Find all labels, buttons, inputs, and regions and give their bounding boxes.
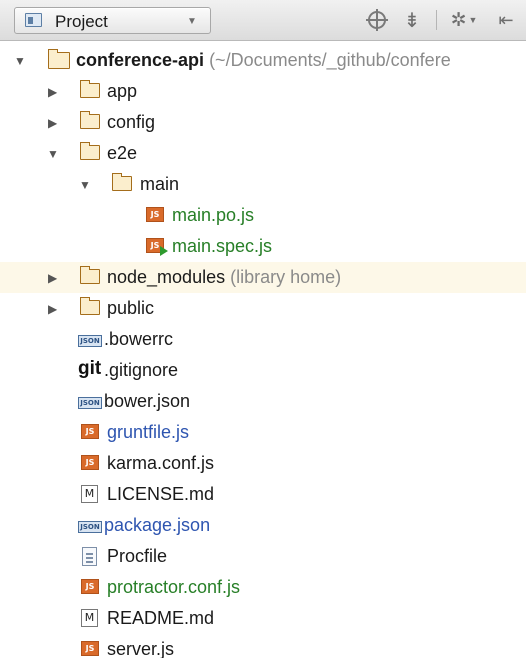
collapsed-arrow-icon[interactable]: ▶	[48, 85, 57, 99]
tree-item-label: protractor.conf.js	[107, 577, 241, 597]
tree-row-gitignore[interactable]: git .gitignore	[0, 355, 526, 386]
tree-item-label: public	[107, 298, 155, 318]
tree-row-server-js[interactable]: JS server.js	[0, 634, 526, 658]
js-test-file-icon: JS	[146, 238, 168, 256]
folder-icon	[79, 297, 100, 315]
tree-item-label: LICENSE.md	[107, 484, 215, 504]
hide-panel-icon[interactable]: ⇤	[491, 8, 521, 32]
js-file-icon: JS	[81, 579, 99, 594]
tree-item-label: gruntfile.js	[107, 422, 190, 442]
tree-row-main-po-js[interactable]: JS main.po.js	[0, 200, 526, 231]
tree-item-label: main.spec.js	[172, 236, 273, 256]
tree-row-public[interactable]: ▶ public	[0, 293, 526, 324]
expand-arrow-icon[interactable]: ▼	[47, 147, 59, 161]
tree-item-label: README.md	[107, 608, 215, 628]
project-view-label: Project	[55, 12, 108, 31]
markdown-file-icon: M	[81, 485, 98, 503]
tree-row-protractor-conf-js[interactable]: JS protractor.conf.js	[0, 572, 526, 603]
tree-row-karma-conf-js[interactable]: JS karma.conf.js	[0, 448, 526, 479]
tree-row-main-spec-js[interactable]: JS main.spec.js	[0, 231, 526, 262]
collapse-all-icon[interactable]: ⇟	[401, 8, 423, 32]
chevron-down-icon: ▼	[187, 16, 197, 27]
tree-item-label: karma.conf.js	[107, 453, 215, 473]
tree-item-label: main	[140, 174, 180, 194]
tree-row-main[interactable]: ▼ main	[0, 169, 526, 200]
tree-item-label: Procfile	[107, 546, 168, 566]
tree-row-procfile[interactable]: Procfile	[0, 541, 526, 572]
tree-row-package-json[interactable]: JSON package.json	[0, 510, 526, 541]
tree-item-label: package.json	[104, 515, 211, 535]
tree-item-label: bower.json	[104, 391, 191, 411]
tree-row-node-modules[interactable]: ▶ node_modules (library home)	[0, 262, 526, 293]
tree-item-label: .bowerrc	[104, 329, 174, 349]
tree-item-label: app	[107, 81, 138, 101]
text-file-icon	[82, 547, 97, 566]
folder-icon	[79, 111, 100, 129]
js-file-icon: JS	[81, 424, 99, 439]
tree-item-label: server.js	[107, 639, 175, 658]
project-view-dropdown[interactable]: Project ▼	[14, 7, 211, 34]
folder-icon	[79, 80, 100, 98]
tree-item-label: config	[107, 112, 156, 132]
project-tree: ▼ conference-api (~/Documents/_github/co…	[0, 41, 526, 658]
project-toolbar: Project ▼ ⇟ ✲ ▼ ⇤	[0, 0, 526, 41]
folder-icon	[79, 142, 100, 160]
tree-item-label: node_modules	[107, 267, 226, 287]
folder-icon	[111, 173, 132, 191]
project-icon	[25, 13, 42, 27]
tree-row-e2e[interactable]: ▼ e2e	[0, 138, 526, 169]
tree-row-app[interactable]: ▶ app	[0, 76, 526, 107]
tree-item-label: e2e	[107, 143, 138, 163]
tree-row-bower-json[interactable]: JSON bower.json	[0, 386, 526, 417]
expand-arrow-icon[interactable]: ▼	[14, 54, 26, 68]
tree-row-license-md[interactable]: M LICENSE.md	[0, 479, 526, 510]
folder-icon	[79, 266, 100, 284]
root-folder-path: (~/Documents/_github/confere	[209, 50, 451, 70]
markdown-file-icon: M	[81, 609, 98, 627]
js-file-icon: JS	[146, 207, 164, 222]
root-folder-name: conference-api	[76, 50, 205, 70]
tree-root-row[interactable]: ▼ conference-api (~/Documents/_github/co…	[0, 45, 526, 76]
tree-row-config[interactable]: ▶ config	[0, 107, 526, 138]
tree-row-readme-md[interactable]: M README.md	[0, 603, 526, 634]
json-file-icon: JSON	[78, 397, 102, 409]
git-file-icon: git	[78, 358, 102, 379]
tree-item-label: .gitignore	[104, 360, 179, 380]
gear-icon[interactable]: ✲ ▼	[447, 8, 481, 32]
folder-icon	[47, 49, 70, 69]
json-file-icon: JSON	[78, 521, 102, 533]
js-file-icon: JS	[81, 455, 99, 470]
tree-row-gruntfile-js[interactable]: JS gruntfile.js	[0, 417, 526, 448]
json-file-icon: JSON	[78, 335, 102, 347]
collapsed-arrow-icon[interactable]: ▶	[48, 271, 57, 285]
expand-arrow-icon[interactable]: ▼	[79, 178, 91, 192]
collapsed-arrow-icon[interactable]: ▶	[48, 302, 57, 316]
tree-item-label: main.po.js	[172, 205, 255, 225]
js-file-icon: JS	[81, 641, 99, 656]
toolbar-divider	[436, 10, 437, 30]
collapsed-arrow-icon[interactable]: ▶	[48, 116, 57, 130]
locate-icon[interactable]	[366, 8, 388, 32]
tree-row-bowerrc[interactable]: JSON .bowerrc	[0, 324, 526, 355]
library-home-hint: (library home)	[230, 267, 342, 287]
